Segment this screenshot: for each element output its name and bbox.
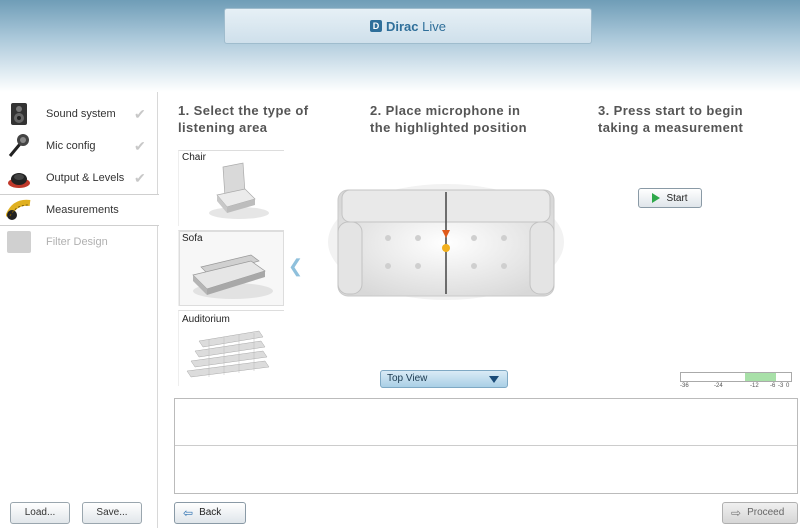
level-meter-green-band bbox=[745, 373, 776, 381]
level-meter-ticks: -36 -24 -12 -6 -3 0 bbox=[680, 383, 792, 393]
meter-tick: -36 bbox=[680, 383, 689, 389]
chevron-down-icon bbox=[489, 376, 499, 383]
area-label-auditorium: Auditorium bbox=[182, 314, 230, 325]
sofa-top-view bbox=[328, 182, 564, 302]
area-label-sofa: Sofa bbox=[182, 233, 203, 244]
dirac-logo-icon: D bbox=[370, 20, 382, 32]
sidebar-item-measurements[interactable]: Measurements bbox=[0, 194, 159, 226]
play-icon bbox=[652, 193, 661, 203]
output-levels-icon bbox=[8, 173, 30, 188]
step-3-title: 3. Press start to begin taking a measure… bbox=[598, 103, 744, 135]
save-button[interactable]: Save... bbox=[82, 502, 142, 524]
sidebar-item-filter-design[interactable]: Filter Design bbox=[0, 226, 158, 258]
step-1-title: 1. Select the type of listening area bbox=[178, 103, 309, 135]
sidebar-item-mic-config[interactable]: Mic config ✔ bbox=[0, 130, 158, 162]
proceed-button-label: Proceed bbox=[747, 507, 785, 518]
mic-position-icon bbox=[442, 244, 450, 252]
log-divider bbox=[175, 445, 797, 446]
checkmark-icon: ✔ bbox=[134, 105, 146, 122]
start-button-label: Start bbox=[666, 192, 688, 204]
filter-icon bbox=[7, 231, 31, 253]
sofa-top-view-illustration bbox=[328, 184, 564, 300]
meter-tick: -6 bbox=[770, 383, 776, 389]
meter-tick: 0 bbox=[786, 383, 790, 389]
sidebar-item-label: Mic config bbox=[46, 140, 96, 152]
view-select[interactable]: Top View bbox=[380, 370, 508, 388]
back-button-label: Back bbox=[199, 507, 222, 518]
meter-tick: -12 bbox=[750, 383, 759, 389]
level-meter: -36 -24 -12 -6 -3 0 bbox=[680, 372, 796, 394]
area-label-chair: Chair bbox=[182, 152, 206, 163]
checkmark-icon: ✔ bbox=[134, 137, 146, 154]
sidebar-item-label: Measurements bbox=[46, 204, 119, 216]
meter-tick: -24 bbox=[714, 383, 723, 389]
speaker-icon bbox=[11, 103, 27, 125]
measurement-log-panel bbox=[174, 398, 798, 494]
meter-tick: -3 bbox=[778, 383, 784, 389]
arrow-left-icon: ⇦ bbox=[183, 506, 194, 520]
microphone-icon bbox=[8, 134, 29, 157]
sidebar-item-label: Sound system bbox=[46, 108, 116, 120]
sidebar-item-output-levels[interactable]: Output & Levels ✔ bbox=[0, 162, 158, 194]
checkmark-icon: ✔ bbox=[134, 169, 146, 186]
sidebar-item-label: Output & Levels bbox=[46, 172, 125, 184]
proceed-button[interactable]: ⇨ Proceed bbox=[722, 502, 798, 524]
sidebar-item-label: Filter Design bbox=[46, 236, 108, 248]
level-meter-bar bbox=[680, 372, 792, 382]
load-button[interactable]: Load... bbox=[10, 502, 70, 524]
back-button[interactable]: ⇦ Back bbox=[174, 502, 246, 524]
view-select-value: Top View bbox=[387, 373, 428, 384]
arrow-right-icon: ⇨ bbox=[731, 506, 742, 520]
step-2-title: 2. Place microphone in the highlighted p… bbox=[370, 103, 527, 135]
tape-measure-icon bbox=[6, 199, 31, 220]
start-button[interactable]: Start bbox=[638, 188, 702, 208]
brand-banner: D Dirac Live bbox=[224, 8, 592, 44]
sidebar-item-sound-system[interactable]: Sound system ✔ bbox=[0, 98, 158, 130]
main-content: 1. Select the type of listening area 2. … bbox=[158, 92, 800, 528]
sidebar: Sound system ✔ Mic config ✔ Output & Lev… bbox=[0, 92, 159, 528]
collapse-arrow-icon[interactable]: ❮ bbox=[288, 256, 303, 277]
brand-name: Dirac Live bbox=[386, 18, 446, 34]
